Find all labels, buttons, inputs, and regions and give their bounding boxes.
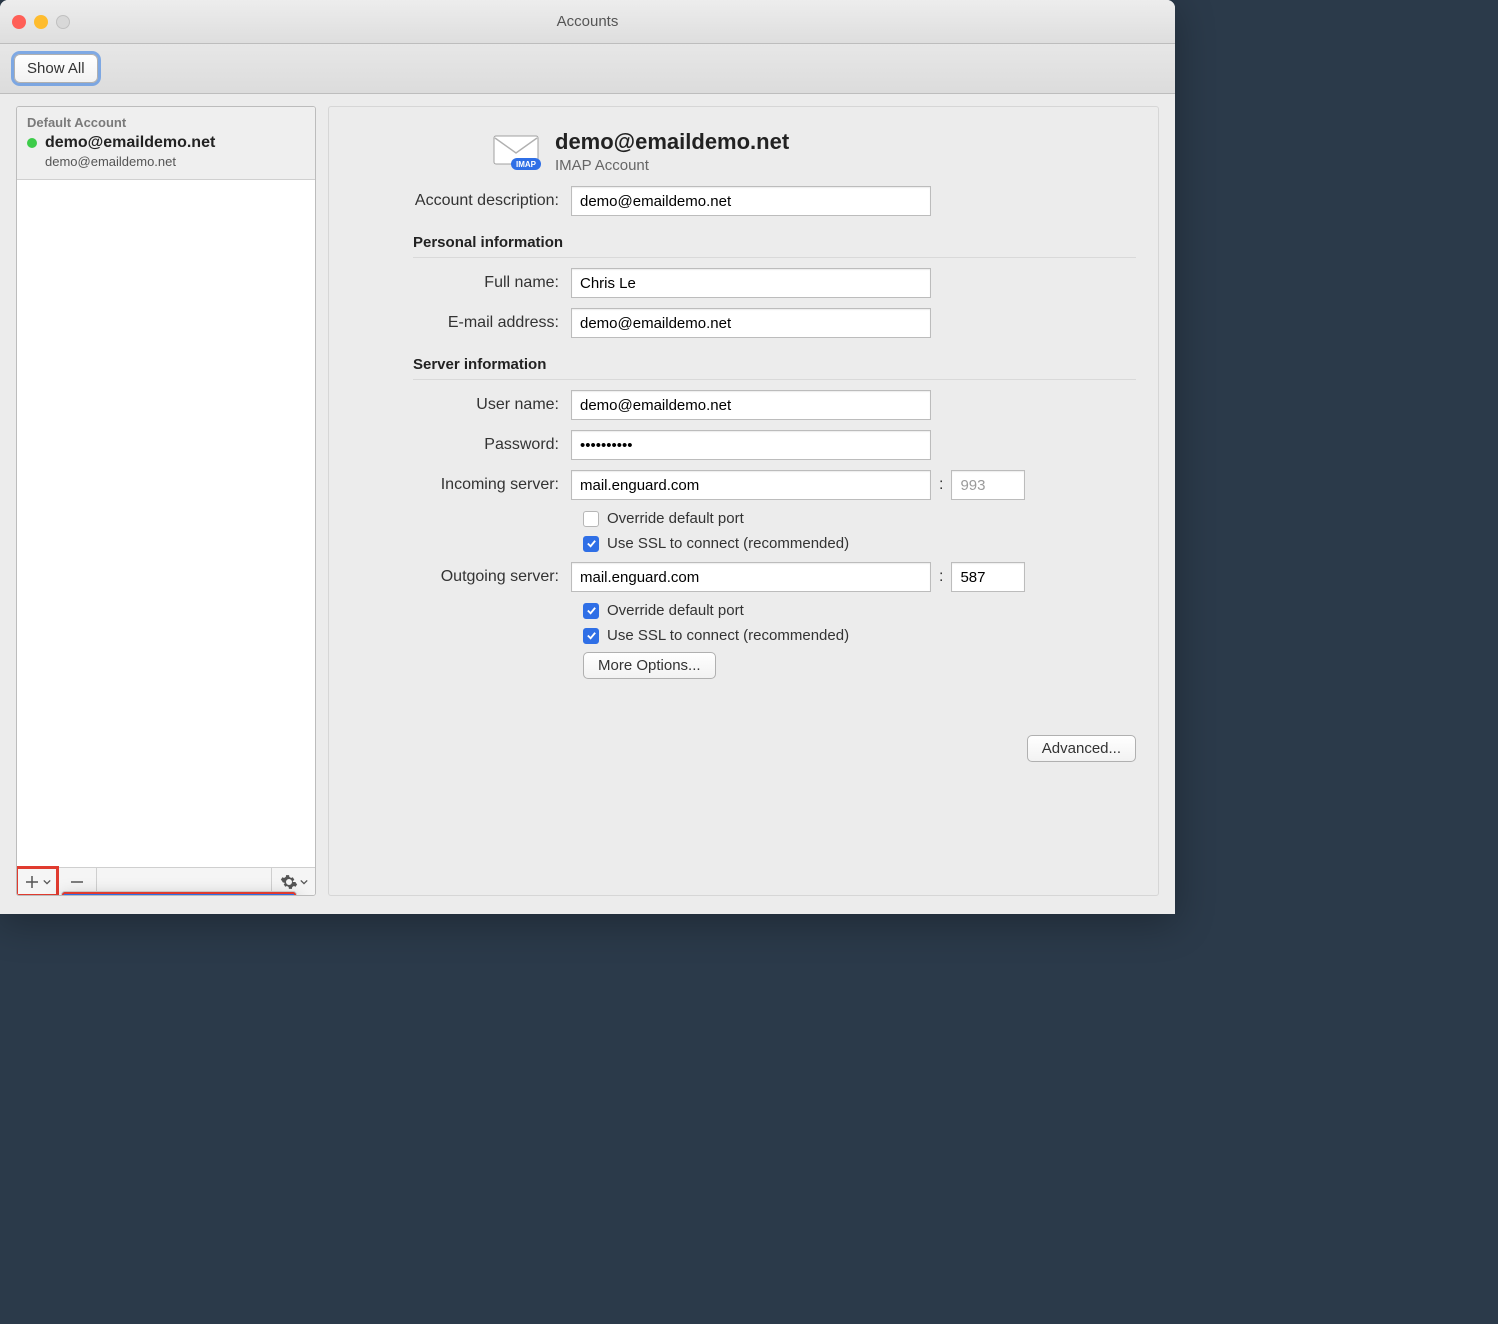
outgoing-override-port-checkbox[interactable] xyxy=(583,603,599,619)
outgoing-server-field[interactable] xyxy=(571,562,931,592)
port-separator: : xyxy=(939,476,943,494)
full-name-field[interactable] xyxy=(571,268,931,298)
advanced-button[interactable]: Advanced... xyxy=(1027,735,1136,762)
incoming-port-field[interactable] xyxy=(951,470,1025,500)
window-title: Accounts xyxy=(0,13,1175,30)
check-icon xyxy=(586,605,597,616)
description-field[interactable] xyxy=(571,186,931,216)
menu-new-account[interactable]: New Account... xyxy=(62,892,296,896)
description-label: Account description: xyxy=(351,192,571,210)
user-name-field[interactable] xyxy=(571,390,931,420)
add-account-menu: New Account... Directory Service... xyxy=(61,891,297,896)
accounts-window: Accounts Show All Default Account demo@e… xyxy=(0,0,1175,914)
add-account-button[interactable] xyxy=(17,868,57,895)
outgoing-port-field[interactable] xyxy=(951,562,1025,592)
toolbar: Show All xyxy=(0,44,1175,94)
email-field[interactable] xyxy=(571,308,931,338)
show-all-button[interactable]: Show All xyxy=(14,54,98,83)
plus-icon xyxy=(23,873,41,891)
accounts-sidebar: Default Account demo@emaildemo.net demo@… xyxy=(16,106,316,896)
minimize-window-button[interactable] xyxy=(34,15,48,29)
port-separator: : xyxy=(939,568,943,586)
personal-info-heading: Personal information xyxy=(413,234,1136,258)
incoming-server-field[interactable] xyxy=(571,470,931,500)
zoom-window-button[interactable] xyxy=(56,15,70,29)
account-detail-panel: IMAP demo@emaildemo.net IMAP Account Acc… xyxy=(328,106,1159,896)
incoming-ssl-label: Use SSL to connect (recommended) xyxy=(607,535,849,552)
chevron-down-icon xyxy=(300,878,308,886)
outgoing-server-label: Outgoing server: xyxy=(351,568,571,586)
incoming-server-label: Incoming server: xyxy=(351,476,571,494)
status-online-icon xyxy=(27,138,37,148)
sidebar-heading: Default Account xyxy=(27,115,305,130)
outgoing-ssl-checkbox[interactable] xyxy=(583,628,599,644)
incoming-ssl-checkbox[interactable] xyxy=(583,536,599,552)
incoming-override-port-checkbox[interactable] xyxy=(583,511,599,527)
server-info-heading: Server information xyxy=(413,356,1136,380)
password-label: Password: xyxy=(351,436,571,454)
minus-icon xyxy=(68,873,86,891)
gear-icon xyxy=(280,873,298,891)
user-name-label: User name: xyxy=(351,396,571,414)
mail-imap-icon: IMAP xyxy=(491,130,543,174)
account-name: demo@emaildemo.net xyxy=(45,134,215,152)
check-icon xyxy=(586,630,597,641)
email-label: E-mail address: xyxy=(351,314,571,332)
sidebar-empty-area xyxy=(17,180,315,867)
default-account-section: Default Account demo@emaildemo.net demo@… xyxy=(17,107,315,180)
account-title: demo@emaildemo.net xyxy=(555,129,789,155)
outgoing-ssl-label: Use SSL to connect (recommended) xyxy=(607,627,849,644)
more-options-button[interactable]: More Options... xyxy=(583,652,716,679)
check-icon xyxy=(586,538,597,549)
account-subtitle: demo@emaildemo.net xyxy=(45,154,305,169)
svg-text:IMAP: IMAP xyxy=(516,160,537,169)
password-field[interactable] xyxy=(571,430,931,460)
account-type-label: IMAP Account xyxy=(555,157,789,174)
titlebar: Accounts xyxy=(0,0,1175,44)
close-window-button[interactable] xyxy=(12,15,26,29)
full-name-label: Full name: xyxy=(351,274,571,292)
account-list-item[interactable]: demo@emaildemo.net xyxy=(27,134,305,152)
outgoing-override-port-label: Override default port xyxy=(607,602,744,619)
incoming-override-port-label: Override default port xyxy=(607,510,744,527)
chevron-down-icon xyxy=(43,878,51,886)
